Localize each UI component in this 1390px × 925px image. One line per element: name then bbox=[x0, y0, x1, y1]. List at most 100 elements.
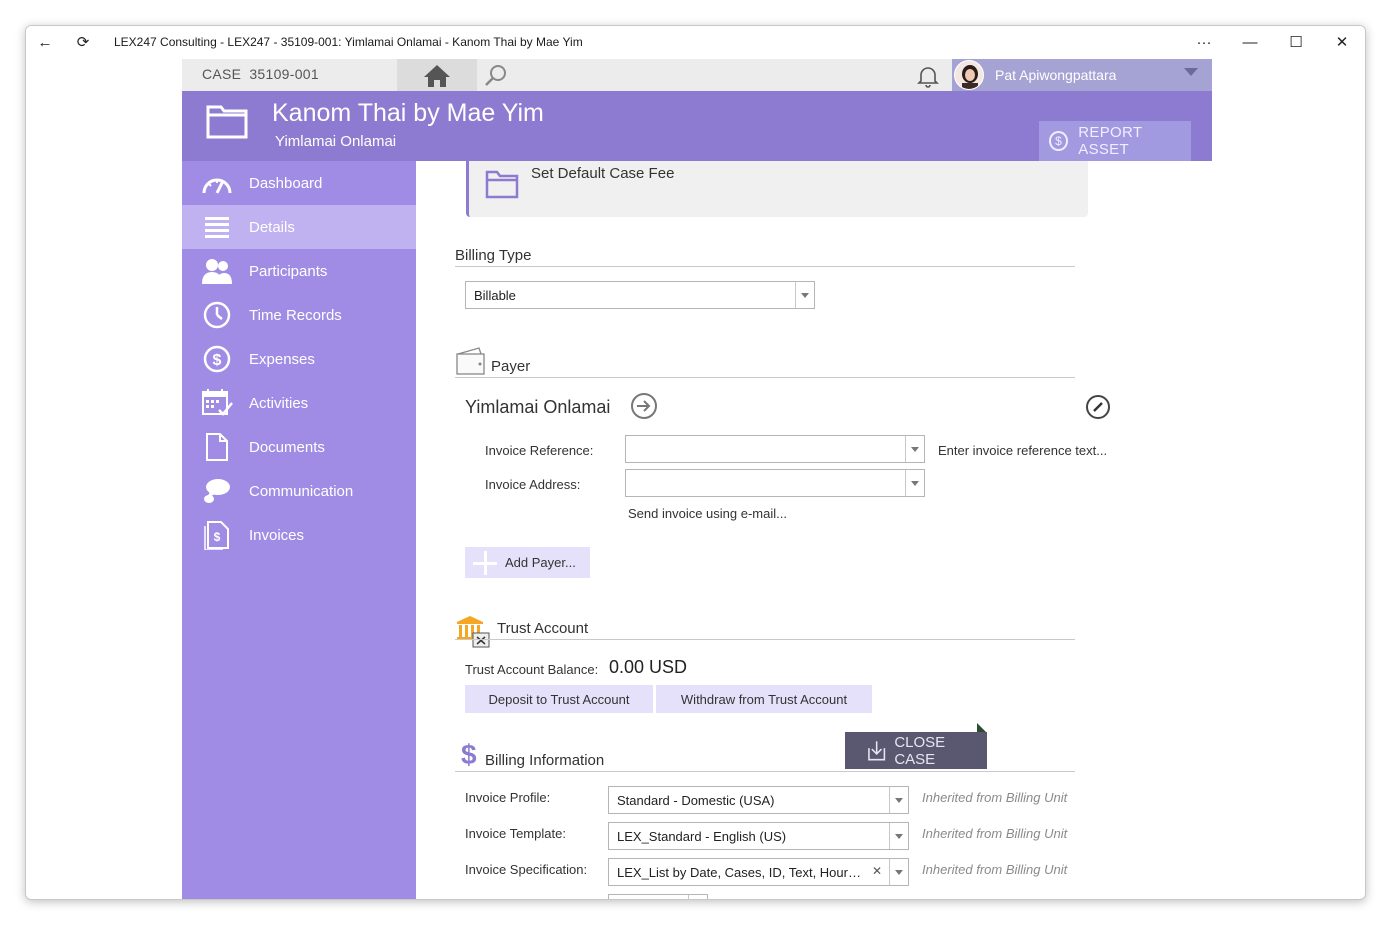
chevron-down-icon[interactable] bbox=[795, 282, 814, 308]
billing-type-value: Billable bbox=[474, 288, 516, 303]
home-button[interactable] bbox=[397, 59, 477, 91]
divider bbox=[455, 377, 1075, 378]
document-icon bbox=[200, 430, 234, 464]
folder-icon bbox=[206, 105, 248, 139]
minimize-icon[interactable]: — bbox=[1227, 26, 1273, 58]
invoice-reference-hint[interactable]: Enter invoice reference text... bbox=[938, 443, 1107, 458]
chevron-down-icon[interactable] bbox=[905, 436, 924, 462]
sidebar-item-label: Dashboard bbox=[249, 174, 323, 192]
divider bbox=[455, 639, 1075, 640]
user-name: Pat Apiwongpattara bbox=[995, 67, 1117, 83]
default-fee-label: Set Default Case Fee bbox=[531, 165, 675, 182]
add-payer-label: Add Payer... bbox=[505, 555, 576, 570]
case-label-text: CASE bbox=[202, 66, 242, 82]
billing-info-title: Billing Information bbox=[485, 752, 605, 769]
home-icon bbox=[424, 65, 450, 87]
bank-icon bbox=[457, 616, 490, 648]
sidebar: Dashboard Details Participants Time Reco… bbox=[182, 161, 416, 899]
download-icon bbox=[868, 740, 886, 760]
trust-balance-label: Trust Account Balance: bbox=[465, 662, 599, 677]
invoice-profile-value: Standard - Domestic (USA) bbox=[617, 793, 775, 808]
chat-icon bbox=[200, 474, 234, 508]
payer-name[interactable]: Yimlamai Onlamai bbox=[465, 397, 610, 418]
default-fee-card[interactable]: Set Default Case Fee bbox=[466, 161, 1088, 217]
invoice-profile-note: Inherited from Billing Unit bbox=[922, 790, 1068, 805]
billing-type-select[interactable]: Billable bbox=[465, 281, 815, 309]
sidebar-item-label: Expenses bbox=[249, 350, 315, 368]
sidebar-item-label: Participants bbox=[249, 262, 328, 280]
refresh-icon[interactable]: ⟳ bbox=[64, 26, 102, 58]
edit-icon[interactable] bbox=[1086, 395, 1110, 419]
chevron-down-icon bbox=[1184, 68, 1198, 76]
bell-icon[interactable] bbox=[916, 64, 940, 88]
folder-icon bbox=[485, 170, 519, 199]
invoice-template-label: Invoice Template: bbox=[465, 826, 566, 841]
clock-icon bbox=[200, 298, 234, 332]
case-number-label: CASE 35109-001 bbox=[202, 66, 319, 82]
sidebar-item-activities[interactable]: Activities bbox=[182, 381, 416, 425]
calendar-icon bbox=[200, 386, 234, 420]
title-bar: ← ⟳ LEX247 Consulting - LEX247 - 35109-0… bbox=[26, 26, 1365, 58]
withdraw-trust-button[interactable]: Withdraw from Trust Account bbox=[656, 685, 872, 713]
invoice-profile-label: Invoice Profile: bbox=[465, 790, 551, 805]
sidebar-item-label: Communication bbox=[249, 482, 354, 500]
chevron-down-icon[interactable] bbox=[889, 823, 908, 849]
details-panel: Set Default Case Fee Billing Type Billab… bbox=[416, 161, 1212, 899]
user-menu[interactable]: Pat Apiwongpattara bbox=[952, 59, 1212, 91]
sidebar-item-time-records[interactable]: Time Records bbox=[182, 293, 416, 337]
sidebar-item-label: Documents bbox=[249, 438, 325, 456]
close-case-button[interactable]: CLOSE CASE bbox=[845, 732, 987, 769]
invoice-address-label: Invoice Address: bbox=[485, 477, 581, 492]
search-icon[interactable] bbox=[484, 64, 508, 88]
report-asset-label: REPORT ASSET bbox=[1078, 124, 1143, 158]
trust-account-title: Trust Account bbox=[497, 620, 589, 637]
people-icon bbox=[200, 254, 234, 288]
svg-text:$: $ bbox=[214, 530, 221, 544]
clear-icon[interactable]: ✕ bbox=[872, 864, 882, 878]
dollar-icon: $ bbox=[461, 739, 477, 770]
window-controls: ··· — ☐ ✕ bbox=[1181, 26, 1365, 58]
chevron-down-icon[interactable] bbox=[905, 470, 924, 496]
invoice-address-select[interactable] bbox=[625, 469, 925, 497]
sidebar-item-details[interactable]: Details bbox=[182, 205, 416, 249]
back-icon[interactable]: ← bbox=[26, 26, 64, 58]
sidebar-item-label: Activities bbox=[249, 394, 309, 412]
gauge-icon bbox=[200, 166, 234, 200]
invoice-specification-note: Inherited from Billing Unit bbox=[922, 862, 1068, 877]
invoice-template-select[interactable]: LEX_Standard - English (US) bbox=[608, 822, 909, 850]
more-options-icon[interactable]: ··· bbox=[1181, 26, 1227, 58]
invoice-specification-value: LEX_List by Date, Cases, ID, Text, Hours… bbox=[617, 865, 867, 880]
close-icon[interactable]: ✕ bbox=[1319, 26, 1365, 58]
invoice-reference-label: Invoice Reference: bbox=[485, 443, 594, 458]
avatar bbox=[954, 60, 984, 90]
arrow-right-icon[interactable] bbox=[631, 393, 657, 419]
invoice-profile-select[interactable]: Standard - Domestic (USA) bbox=[608, 786, 909, 814]
add-payer-button[interactable]: Add Payer... bbox=[465, 547, 590, 578]
invoice-reference-input[interactable] bbox=[625, 435, 925, 463]
divider bbox=[455, 771, 1075, 772]
send-email-link[interactable]: Send invoice using e-mail... bbox=[628, 506, 787, 521]
sidebar-item-dashboard[interactable]: Dashboard bbox=[182, 161, 416, 205]
sidebar-item-communication[interactable]: Communication bbox=[182, 469, 416, 513]
top-strip: CASE 35109-001 Pat Apiwongpattara bbox=[182, 59, 1212, 91]
close-case-label: CLOSE CASE bbox=[894, 733, 946, 768]
corner-marker bbox=[977, 723, 987, 733]
maximize-icon[interactable]: ☐ bbox=[1273, 26, 1319, 58]
report-asset-button[interactable]: $ REPORT ASSET bbox=[1039, 121, 1191, 161]
next-field-select[interactable] bbox=[608, 894, 708, 899]
invoice-template-value: LEX_Standard - English (US) bbox=[617, 829, 787, 844]
invoice-specification-select[interactable]: LEX_List by Date, Cases, ID, Text, Hours… bbox=[608, 858, 909, 886]
sidebar-item-participants[interactable]: Participants bbox=[182, 249, 416, 293]
sidebar-item-documents[interactable]: Documents bbox=[182, 425, 416, 469]
sidebar-item-expenses[interactable]: $ Expenses bbox=[182, 337, 416, 381]
deposit-trust-button[interactable]: Deposit to Trust Account bbox=[465, 685, 653, 713]
payer-title: Payer bbox=[491, 358, 531, 375]
sidebar-item-label: Time Records bbox=[249, 306, 342, 324]
sidebar-item-label: Details bbox=[249, 218, 295, 236]
invoice-icon: $ bbox=[200, 518, 234, 552]
chevron-down-icon[interactable] bbox=[889, 787, 908, 813]
chevron-down-icon[interactable] bbox=[688, 895, 707, 899]
chevron-down-icon[interactable] bbox=[889, 859, 908, 885]
sidebar-item-invoices[interactable]: $ Invoices bbox=[182, 513, 416, 557]
case-header: Kanom Thai by Mae Yim Yimlamai Onlamai $… bbox=[182, 91, 1212, 161]
